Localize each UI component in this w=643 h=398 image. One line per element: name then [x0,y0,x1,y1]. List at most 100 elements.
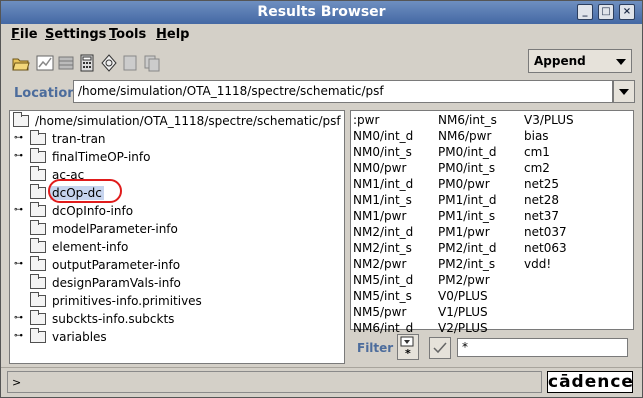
result-item[interactable]: net25 [524,176,574,192]
plot-icon[interactable] [36,54,54,72]
result-item[interactable]: NM2/int_d [353,224,413,240]
menu-tools-label: ools [116,27,147,42]
results-column-1: :pwr NM0/int_d NM0/int_s NM0/pwr NM1/int_d NM… [353,112,413,336]
filter-input[interactable]: * [457,338,628,357]
filter-apply-button[interactable] [429,337,451,359]
maximize-button[interactable]: □ [598,4,614,20]
close-button[interactable]: × [619,4,635,20]
result-item[interactable]: PM1/int_s [438,208,497,224]
filter-wildcard-button[interactable]: * [397,334,419,360]
results-tree[interactable]: /home/simulation/OTA_1118/spectre/schema… [9,110,345,364]
folder-icon [30,166,46,181]
calculator-icon[interactable] [78,54,96,72]
append-mode-select[interactable]: Append [528,49,632,73]
result-item[interactable]: PM2/int_s [438,256,497,272]
tree-item[interactable]: primitives-info.primitives [13,292,213,311]
result-item[interactable]: PM2/pwr [438,272,497,288]
tree-item[interactable]: element-info [13,238,213,257]
tree-item-label: tran-tran [52,132,106,146]
tree-item-label: outputParameter-info [52,258,181,272]
results-list[interactable]: :pwr NM0/int_d NM0/int_s NM0/pwr NM1/int_d NM… [350,110,634,335]
result-item[interactable]: NM6/int_s [438,112,497,128]
result-item[interactable]: cm1 [524,144,574,160]
result-item[interactable]: PM0/pwr [438,176,497,192]
tree-item[interactable]: modelParameter-info [13,220,213,239]
title-bar[interactable]: Results Browser _ □ × [1,1,642,24]
svg-text:*: * [405,347,411,359]
result-item[interactable]: cm2 [524,160,574,176]
tree-item[interactable]: designParamVals-info [13,274,213,293]
tree-item[interactable]: ⊶ subckts-info.subckts [13,310,213,329]
result-item[interactable]: PM2/int_d [438,240,497,256]
tree-item[interactable]: ⊶ tran-tran [13,130,213,149]
folder-icon [13,112,29,127]
folder-icon [30,148,46,163]
result-item[interactable]: NM1/int_d [353,176,413,192]
result-item[interactable]: :pwr [353,112,413,128]
result-item[interactable]: V2/PLUS [438,320,497,336]
checkmark-icon [433,342,447,354]
location-dropdown-button[interactable] [613,80,635,103]
result-item[interactable]: PM0/int_s [438,160,497,176]
menu-help-mnemonic: H [156,27,167,42]
flip-icon[interactable] [100,54,118,72]
tree-item-label: primitives-info.primitives [52,294,202,308]
result-item[interactable]: net28 [524,192,574,208]
cadence-logo: cādence [547,371,633,393]
result-item[interactable]: PM1/pwr [438,224,497,240]
result-item[interactable]: PM1/int_d [438,192,497,208]
result-item[interactable]: NM5/int_s [353,288,413,304]
chevron-down-icon [616,59,626,65]
tree-item[interactable]: ⊶ dcOpInfo-info [13,202,213,221]
tree-item[interactable]: ⊶ variables [13,328,213,347]
result-item[interactable]: V1/PLUS [438,304,497,320]
menu-help[interactable]: Help [156,27,189,42]
expand-icon[interactable]: ⊶ [13,134,24,145]
minimize-button[interactable]: _ [577,4,593,20]
menu-settings[interactable]: Settings [45,27,106,42]
result-item[interactable]: NM1/pwr [353,208,413,224]
menu-tools[interactable]: Tools [109,27,146,42]
folder-icon [30,310,46,325]
expand-icon[interactable]: ⊶ [13,260,24,271]
copy-icon[interactable] [143,54,161,72]
annotation-circle [48,179,122,203]
location-input[interactable]: /home/simulation/OTA_1118/spectre/schema… [73,80,613,103]
result-item[interactable]: bias [524,128,574,144]
result-item[interactable]: PM0/int_d [438,144,497,160]
open-folder-icon[interactable] [12,54,30,72]
result-item[interactable]: net37 [524,208,574,224]
expand-icon[interactable]: ⊶ [13,314,24,325]
result-item[interactable]: NM0/int_d [353,128,413,144]
result-item[interactable]: NM5/int_d [353,272,413,288]
result-item[interactable]: NM6/pwr [438,128,497,144]
menu-file[interactable]: File [11,27,38,42]
result-item[interactable]: V3/PLUS [524,112,574,128]
result-item[interactable]: NM2/pwr [353,256,413,272]
expand-icon[interactable]: ⊶ [13,332,24,343]
table-icon[interactable] [57,54,75,72]
menu-file-label: ile [19,27,38,42]
result-item[interactable]: V0/PLUS [438,288,497,304]
results-column-3: V3/PLUS bias cm1 cm2 net25 net28 net37 net037 ne… [524,112,574,272]
tree-item-label: dcOpInfo-info [52,204,134,218]
result-item[interactable]: NM2/int_s [353,240,413,256]
tree-item[interactable]: ⊶ outputParameter-info [13,256,213,275]
tree-item[interactable]: ⊶ finalTimeOP-info [13,148,213,167]
tree-root-label: /home/simulation/OTA_1118/spectre/schema… [35,114,341,128]
expand-icon[interactable]: ⊶ [13,152,24,163]
result-item[interactable]: NM0/int_s [353,144,413,160]
results-column-2: NM6/int_s NM6/pwr PM0/int_d PM0/int_s PM0/pw… [438,112,497,336]
result-item[interactable]: net063 [524,240,574,256]
chevron-down-icon [619,89,629,95]
result-item[interactable]: net037 [524,224,574,240]
result-item[interactable]: NM0/pwr [353,160,413,176]
menu-help-label: elp [166,27,190,42]
expand-icon[interactable]: ⊶ [13,206,24,217]
print-icon[interactable] [121,54,139,72]
menu-file-mnemonic: F [11,27,20,42]
result-item[interactable]: NM5/pwr [353,304,413,320]
status-bar: > cādence [1,367,642,397]
result-item[interactable]: vdd! [524,256,574,272]
result-item[interactable]: NM1/int_s [353,192,413,208]
